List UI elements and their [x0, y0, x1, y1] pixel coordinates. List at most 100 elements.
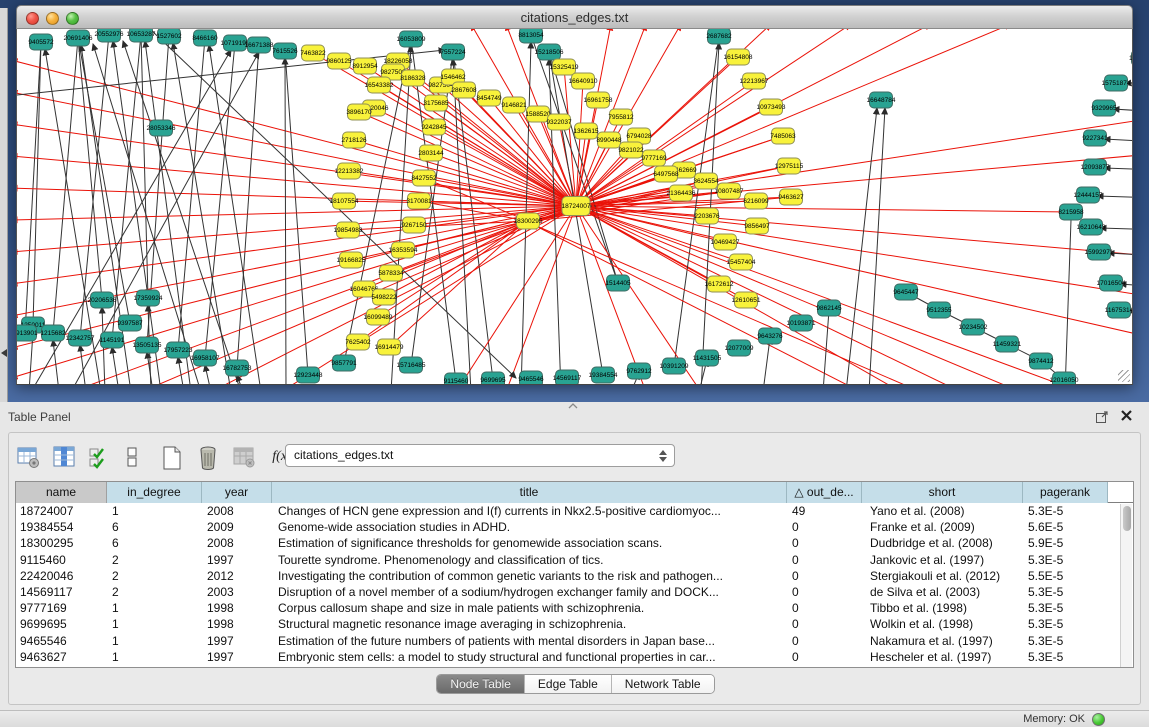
graph-node[interactable]: 12093877 — [1081, 159, 1110, 175]
graph-node[interactable]: 5498222 — [371, 289, 397, 305]
graph-node[interactable]: 10807487 — [715, 183, 744, 199]
graph-node[interactable]: 7485063 — [770, 128, 796, 144]
graph-node[interactable]: 16914479 — [375, 339, 404, 355]
table-row[interactable]: 977716911998Corpus callosum shape and si… — [16, 600, 1133, 616]
graph-node[interactable]: 3175685 — [423, 95, 449, 111]
graph-node[interactable]: 2803144 — [418, 145, 444, 161]
graph-node[interactable]: 20691406 — [64, 30, 93, 46]
graph-node[interactable]: 16671388 — [245, 37, 274, 53]
new-table-icon[interactable] — [159, 444, 185, 470]
table-row[interactable]: 946554611997Estimation of the future num… — [16, 633, 1133, 649]
memory-ok-indicator[interactable] — [1092, 713, 1105, 726]
graph-node[interactable]: 7625402 — [345, 334, 371, 350]
graph-node[interactable]: 10391209 — [660, 358, 689, 374]
graph-node[interactable]: 16099489 — [364, 309, 393, 325]
graph-node[interactable]: 1527602 — [156, 29, 182, 44]
window-resize-grip[interactable] — [1118, 370, 1130, 382]
tab-network-table[interactable]: Network Table — [612, 675, 714, 693]
graph-edge[interactable] — [453, 59, 471, 385]
graph-node[interactable]: 2687682 — [706, 29, 732, 44]
graph-node[interactable]: 9699695 — [480, 372, 506, 385]
graph-edge[interactable] — [17, 92, 576, 206]
graph-node[interactable]: 16353594 — [389, 242, 418, 258]
graph-node[interactable]: 13505135 — [133, 337, 162, 353]
graph-edge[interactable] — [391, 46, 411, 385]
graph-edge[interactable] — [33, 42, 41, 325]
graph-node[interactable]: 11459321 — [993, 336, 1022, 352]
graph-node[interactable]: 20552976 — [95, 29, 124, 42]
graph-edge[interactable] — [112, 347, 119, 385]
graph-node[interactable]: 12444157 — [1074, 187, 1103, 203]
graph-node[interactable]: 9821022 — [618, 142, 644, 158]
graph-edge[interactable] — [123, 41, 241, 385]
graph-node[interactable]: 12923448 — [294, 367, 323, 383]
graph-node[interactable]: 7463822 — [300, 45, 326, 61]
graph-node[interactable]: 20206536 — [88, 292, 117, 308]
column-header-pagerank[interactable]: pagerank — [1023, 482, 1108, 503]
graph-node[interactable]: 7955812 — [608, 109, 634, 125]
graph-edge[interactable] — [434, 127, 576, 206]
graph-node[interactable]: 8990448 — [596, 132, 622, 148]
graph-node[interactable]: 9856497 — [744, 218, 770, 234]
graph-node[interactable]: 19854983 — [334, 222, 363, 238]
graph-node[interactable]: 12342757 — [66, 330, 95, 346]
graph-node[interactable]: 14569117 — [553, 370, 582, 385]
graph-node[interactable]: 3624554 — [693, 173, 719, 189]
graph-node[interactable]: 12213967 — [740, 73, 769, 89]
graph-node[interactable]: 2718126 — [341, 132, 367, 148]
close-panel-icon[interactable] — [1120, 409, 1133, 422]
graph-node[interactable]: 3170081 — [406, 193, 432, 209]
graph-node[interactable]: 12077009 — [725, 340, 754, 356]
panel-collapse-arrow-icon[interactable] — [1, 349, 7, 357]
float-window-icon[interactable] — [1096, 410, 1109, 422]
graph-edge[interactable] — [237, 45, 259, 368]
graph-node[interactable]: 10234502 — [959, 319, 988, 335]
graph-node[interactable]: 7557224 — [440, 44, 466, 60]
table-row[interactable]: 969969511998Structural magnetic resonanc… — [16, 616, 1133, 632]
graph-node[interactable]: 9645447 — [893, 284, 919, 300]
graph-node[interactable]: 17016504 — [1097, 275, 1126, 291]
graph-edge[interactable] — [1065, 220, 1071, 385]
graph-node[interactable]: 10193871 — [787, 315, 816, 331]
row-height-icon[interactable] — [123, 444, 149, 470]
graph-node[interactable]: 8912954 — [352, 58, 378, 74]
graph-node[interactable]: 9777169 — [641, 150, 667, 166]
graph-edge[interactable] — [25, 42, 41, 333]
graph-node[interactable]: 9463627 — [778, 189, 804, 205]
graph-node[interactable]: 16210643 — [1077, 219, 1106, 235]
graph-node[interactable]: 6216099 — [743, 193, 769, 209]
graph-node[interactable]: 16961758 — [584, 92, 613, 108]
graph-node[interactable]: 9397587 — [117, 315, 143, 331]
graph-node[interactable]: 12975115 — [775, 158, 804, 174]
graph-node[interactable]: 9115460 — [444, 373, 469, 385]
table-selector-dropdown[interactable]: citations_edges.txt — [285, 444, 675, 467]
graph-edge[interactable] — [17, 206, 576, 348]
graph-node[interactable]: 9862145 — [816, 300, 842, 316]
graph-node[interactable]: 16053809 — [397, 31, 426, 47]
column-header-year[interactable]: year — [202, 482, 272, 503]
graph-node[interactable]: 19384554 — [589, 367, 618, 383]
graph-node[interactable]: 9329965 — [1091, 100, 1117, 116]
graph-node[interactable]: 18107554 — [330, 193, 359, 209]
graph-node[interactable]: 18724007 — [562, 197, 591, 216]
graph-node[interactable]: 9405572 — [28, 34, 54, 50]
table-row[interactable]: 2242004622012Investigating the contribut… — [16, 568, 1133, 584]
graph-node[interactable]: 18300295 — [514, 213, 543, 229]
graph-node[interactable]: 16782753 — [223, 360, 252, 376]
graph-node[interactable]: 11431505 — [693, 350, 722, 366]
graph-node[interactable]: 9322037 — [546, 114, 572, 130]
table-row[interactable]: 1830029562008Estimation of significance … — [16, 535, 1133, 551]
graph-edge[interactable] — [389, 221, 528, 347]
tab-node-table[interactable]: Node Table — [437, 675, 525, 693]
graph-node[interactable]: 16648784 — [867, 92, 896, 108]
graph-node[interactable]: 17359924 — [134, 290, 163, 306]
graph-node[interactable]: 15716485 — [397, 357, 426, 373]
column-header-short[interactable]: short — [862, 482, 1023, 503]
graph-node[interactable]: 12213382 — [335, 163, 364, 179]
graph-edge[interactable] — [763, 338, 770, 385]
graph-node[interactable]: 1215682 — [40, 325, 66, 341]
graph-node[interactable]: 17957223 — [164, 342, 193, 358]
graph-node[interactable]: 8186328 — [400, 70, 426, 86]
graph-node[interactable]: 8466160 — [192, 30, 218, 46]
graph-node[interactable]: 11173004 — [1129, 50, 1132, 66]
